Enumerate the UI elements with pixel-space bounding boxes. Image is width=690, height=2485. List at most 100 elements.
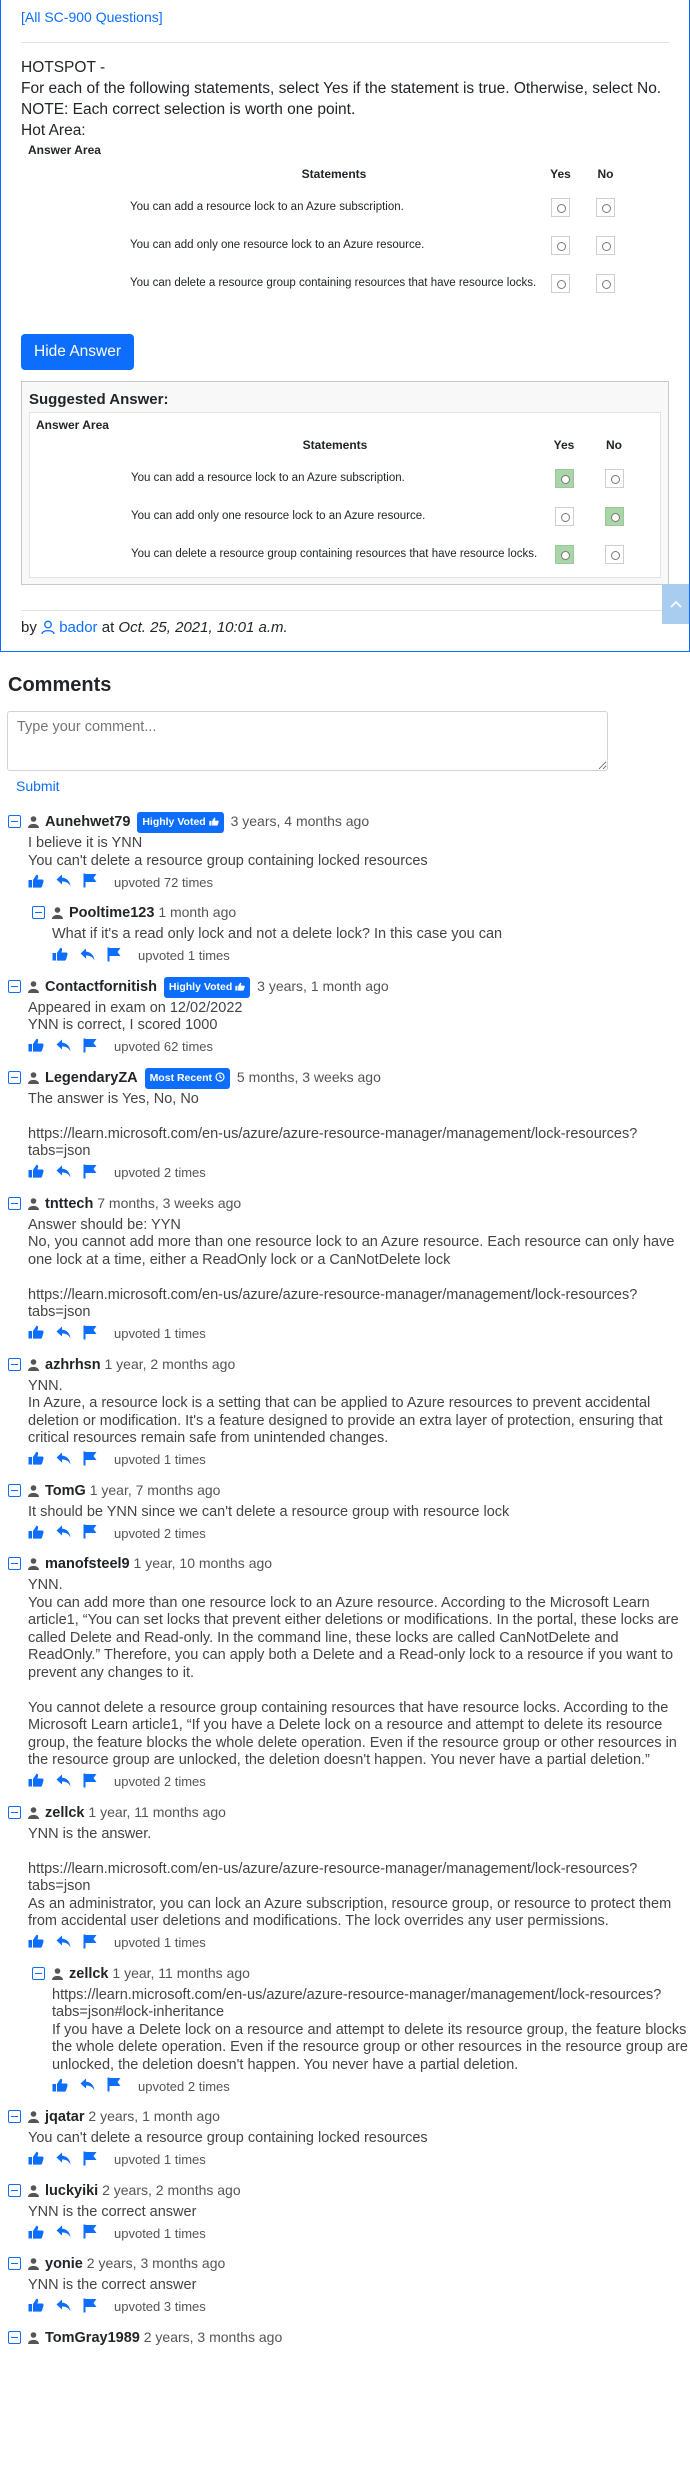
- no-option[interactable]: [596, 235, 615, 255]
- flag-icon[interactable]: [107, 947, 133, 965]
- upvote-icon[interactable]: [28, 1934, 56, 1951]
- no-option[interactable]: [596, 273, 615, 293]
- yes-option[interactable]: [551, 235, 570, 255]
- no-option[interactable]: [596, 197, 615, 217]
- upvote-icon[interactable]: [28, 1038, 56, 1055]
- clock-icon: [212, 1071, 225, 1084]
- comment-username[interactable]: LegendaryZA: [45, 1070, 138, 1086]
- reply-icon[interactable]: [56, 1774, 83, 1790]
- reply-icon[interactable]: [80, 948, 107, 964]
- reply-icon[interactable]: [56, 874, 83, 890]
- upvote-icon[interactable]: [28, 1164, 56, 1181]
- collapse-toggle-icon[interactable]: [8, 1357, 21, 1371]
- collapse-toggle-icon[interactable]: [8, 1805, 21, 1819]
- flag-icon[interactable]: [83, 1164, 109, 1182]
- collapse-toggle-icon[interactable]: [8, 2257, 21, 2270]
- hide-answer-button[interactable]: Hide Answer: [21, 334, 135, 370]
- reply-icon[interactable]: [56, 1525, 83, 1541]
- comment-username[interactable]: Aunehwet79: [45, 814, 130, 830]
- upvote-icon[interactable]: [52, 947, 80, 964]
- collapse-toggle-icon[interactable]: [8, 979, 21, 993]
- upvote-icon[interactable]: [28, 2151, 56, 2168]
- comment-body: I believe it is YNN You can't delete a r…: [28, 835, 428, 869]
- yes-option[interactable]: [551, 273, 570, 293]
- flag-icon[interactable]: [107, 2077, 133, 2095]
- comment-body: YNN is the correct answer: [28, 2277, 197, 2293]
- collapse-toggle-icon[interactable]: [8, 1070, 21, 1084]
- upvote-icon[interactable]: [28, 1451, 56, 1468]
- person-icon: [28, 2183, 39, 2202]
- comment-username[interactable]: zellck: [69, 1966, 109, 1982]
- reply-icon[interactable]: [56, 1039, 83, 1055]
- answer-area-title: Answer Area: [28, 143, 101, 157]
- flag-icon[interactable]: [83, 1325, 109, 1343]
- flag-icon[interactable]: [83, 1934, 109, 1952]
- author-link[interactable]: bador: [59, 619, 97, 636]
- comment-body: YNN. You can add more than one resource …: [28, 1577, 679, 1768]
- comment-username[interactable]: yonie: [45, 2256, 83, 2272]
- upvote-icon[interactable]: [28, 2225, 56, 2242]
- submit-comment-button[interactable]: Submit: [16, 778, 60, 794]
- all-questions-link[interactable]: [All SC-900 Questions]: [21, 9, 669, 25]
- collapse-toggle-icon[interactable]: [32, 906, 45, 919]
- question-line: Hot Area:: [21, 122, 86, 139]
- comment-username[interactable]: manofsteel9: [45, 1556, 130, 1572]
- flag-icon[interactable]: [83, 1451, 109, 1469]
- upvote-count: upvoted 72 times: [114, 874, 214, 890]
- comment-username[interactable]: azhrhsn: [45, 1357, 101, 1373]
- person-icon: [28, 1196, 39, 1215]
- comment-username[interactable]: Pooltime123: [69, 905, 154, 921]
- flag-icon[interactable]: [83, 1038, 109, 1056]
- upvote-count: upvoted 2 times: [114, 1165, 206, 1180]
- person-icon: [28, 979, 39, 998]
- flag-icon[interactable]: [83, 873, 109, 891]
- comment-actions: upvoted 1 times: [28, 1325, 690, 1343]
- collapse-toggle-icon[interactable]: [8, 1557, 21, 1570]
- reply-icon[interactable]: [56, 1326, 83, 1342]
- comment-username[interactable]: Contactfornitish: [45, 979, 157, 995]
- reply-icon[interactable]: [56, 1165, 83, 1181]
- reply-icon[interactable]: [56, 1935, 83, 1951]
- comment-body: YNN is the answer. https://learn.microso…: [28, 1825, 672, 1930]
- flag-icon[interactable]: [83, 2298, 109, 2316]
- reply-icon[interactable]: [56, 1452, 83, 1468]
- comment-username[interactable]: TomG: [45, 1483, 86, 1499]
- collapse-toggle-icon[interactable]: [8, 815, 21, 828]
- chevron-up-icon: [669, 595, 682, 612]
- comment-username[interactable]: TomGray1989: [45, 2330, 140, 2346]
- comment-header: manofsteel9 1 year, 10 months ago: [28, 1554, 690, 1575]
- collapse-toggle-icon[interactable]: [8, 2110, 21, 2123]
- collapse-toggle-icon[interactable]: [8, 2330, 21, 2344]
- upvote-count: upvoted 1 times: [114, 1452, 206, 1467]
- upvote-icon[interactable]: [52, 2078, 80, 2095]
- comment-username[interactable]: luckyiki: [45, 2183, 98, 2199]
- yes-option[interactable]: [551, 197, 570, 217]
- upvote-icon[interactable]: [28, 1325, 56, 1342]
- comment-date: 3 years, 1 month ago: [257, 977, 389, 994]
- upvote-icon[interactable]: [28, 1525, 56, 1542]
- comment-username[interactable]: tnttech: [45, 1196, 93, 1212]
- collapse-toggle-icon[interactable]: [8, 1196, 21, 1210]
- reply-icon[interactable]: [56, 2299, 83, 2315]
- flag-icon[interactable]: [83, 2224, 109, 2242]
- reply-icon[interactable]: [80, 2078, 107, 2094]
- upvote-count: upvoted 2 times: [138, 2078, 230, 2094]
- comment-body: YNN. In Azure, a resource lock is a sett…: [28, 1377, 663, 1447]
- collapse-toggle-icon[interactable]: [8, 1483, 21, 1497]
- reply-icon[interactable]: [56, 2225, 83, 2241]
- comment-date: 2 years, 1 month ago: [88, 2108, 220, 2124]
- flag-icon[interactable]: [83, 2151, 109, 2169]
- comment-username[interactable]: jqatar: [45, 2109, 85, 2125]
- comment-username[interactable]: zellck: [45, 1805, 85, 1821]
- yes-option: [554, 468, 574, 488]
- flag-icon[interactable]: [83, 1524, 109, 1542]
- scroll-to-top-button[interactable]: [662, 584, 689, 624]
- upvote-icon[interactable]: [28, 1773, 56, 1790]
- flag-icon[interactable]: [83, 1773, 109, 1791]
- collapse-toggle-icon[interactable]: [8, 2183, 21, 2197]
- upvote-icon[interactable]: [28, 2298, 56, 2315]
- reply-icon[interactable]: [56, 2152, 83, 2168]
- collapse-toggle-icon[interactable]: [32, 1966, 45, 1980]
- upvote-icon[interactable]: [28, 874, 56, 891]
- comment-input[interactable]: [7, 711, 608, 771]
